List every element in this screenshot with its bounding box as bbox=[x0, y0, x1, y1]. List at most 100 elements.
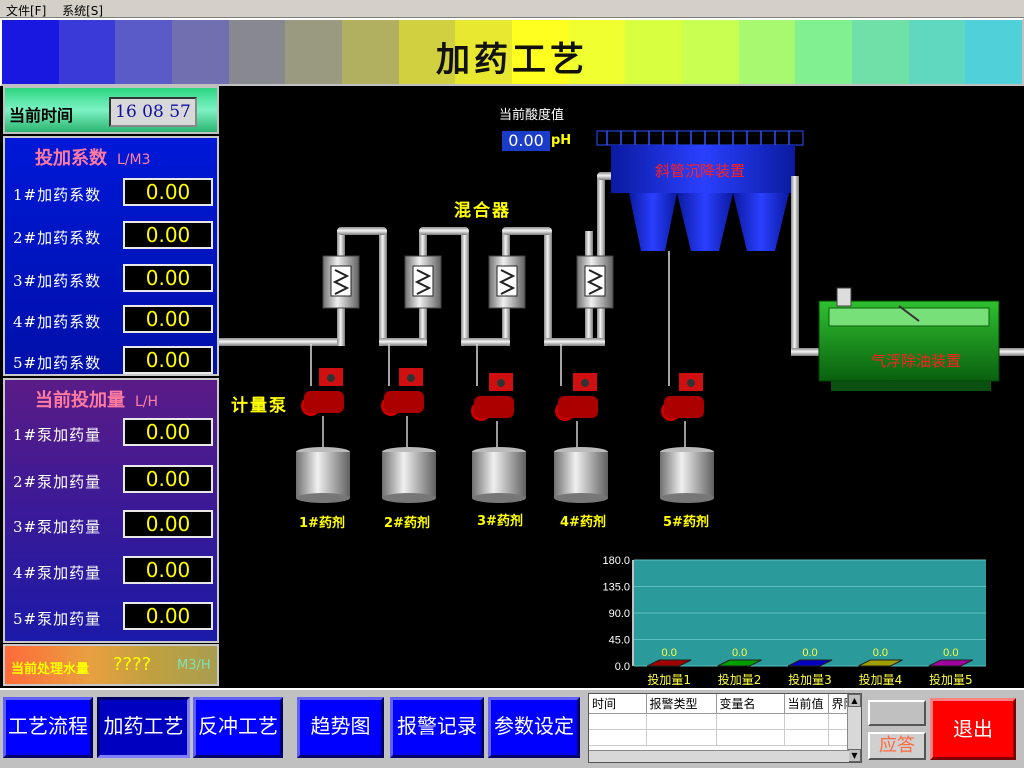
alarm-col-type[interactable]: 报警类型 bbox=[646, 694, 717, 714]
dose-title: 当前投加量 bbox=[35, 390, 125, 411]
title-banner: 加药工艺 bbox=[0, 18, 1024, 86]
left-panel: 当前时间 16 08 57 投加系数 L/M3 1#加药系数 0.00 2#加药系数… bbox=[3, 86, 219, 686]
dose-bar-chart: 180.0 135.0 90.0 45.0 0.0 0.0 投加量1 0.0 投加量2 0.0 投加… bbox=[590, 555, 1000, 688]
coef-row-2: 2#加药系数 0.00 bbox=[13, 221, 213, 251]
coef-label-2: 2#加药系数 bbox=[13, 229, 102, 247]
dose-label-2: 2#泵加药量 bbox=[13, 473, 102, 491]
nav-backwash-button[interactable]: 反冲工艺 bbox=[193, 697, 283, 758]
dose-row-2: 2#泵加药量 0.00 bbox=[13, 465, 213, 495]
treated-water-label: 当前处理水量 bbox=[11, 662, 90, 677]
alarm-col-value[interactable]: 当前值 bbox=[784, 694, 829, 714]
settler-outlet-pipe bbox=[791, 176, 799, 352]
treated-water-box: 当前处理水量 ???? M3/H bbox=[3, 644, 219, 686]
nav-alarm-log-button[interactable]: 报警记录 bbox=[390, 697, 484, 758]
tank-label-1: 1#药剂 bbox=[299, 516, 345, 531]
pump-label: 计量泵 bbox=[231, 396, 288, 416]
nav-process-flow-button[interactable]: 工艺流程 bbox=[3, 697, 93, 758]
alarm-vscroll[interactable]: ▲ ▼ bbox=[847, 694, 861, 762]
chart-xlabel-2: 投加量2 bbox=[718, 672, 762, 687]
chemical-tank-2 bbox=[382, 447, 436, 503]
dose-value-2: 0.00 bbox=[123, 465, 213, 493]
metering-pump-1[interactable] bbox=[301, 368, 344, 416]
nav-trend-button[interactable]: 趋势图 bbox=[297, 697, 384, 758]
dose-row-3: 3#泵加药量 0.00 bbox=[13, 510, 213, 540]
static-mixer-3 bbox=[488, 255, 526, 309]
ph-value: 0.00 bbox=[502, 131, 550, 151]
alarm-col-tag[interactable]: 变量名 bbox=[716, 694, 785, 714]
chemical-tank-3 bbox=[472, 447, 526, 503]
flotation-oil-removal-unit bbox=[818, 287, 1000, 391]
alarm-table: 时间 报警类型 变量名 当前值 界限 bbox=[589, 694, 860, 746]
dose-unit: L/H bbox=[135, 394, 159, 410]
scroll-up-icon[interactable]: ▲ bbox=[848, 694, 861, 707]
static-mixer-1 bbox=[322, 255, 360, 309]
coef-row-5: 5#加药系数 0.00 bbox=[13, 346, 213, 376]
settler-label: 斜管沉降装置 bbox=[655, 162, 746, 180]
chart-ytick-3: 45.0 bbox=[609, 635, 630, 647]
ack-indicator bbox=[868, 700, 926, 726]
inlet-pipe bbox=[219, 338, 341, 346]
chart-y-axis bbox=[632, 560, 634, 666]
alarm-hscroll[interactable] bbox=[589, 750, 849, 762]
nav-dosing-process-button[interactable]: 加药工艺 bbox=[97, 697, 190, 758]
dose-value-1: 0.00 bbox=[123, 418, 213, 446]
chart-ytick-4: 0.0 bbox=[615, 661, 630, 673]
ph-unit: pH bbox=[551, 133, 572, 148]
scroll-down-icon[interactable]: ▼ bbox=[848, 749, 861, 762]
coef-value-1[interactable]: 0.00 bbox=[123, 178, 213, 206]
chemical-tank-4 bbox=[554, 447, 608, 503]
tank-label-2: 2#药剂 bbox=[384, 516, 430, 531]
menu-bar: 文件[F] 系统[S] bbox=[0, 0, 1024, 18]
chart-bar-value-1: 0.0 bbox=[662, 647, 677, 659]
dose-value-5: 0.00 bbox=[123, 602, 213, 630]
coef-label-3: 3#加药系数 bbox=[13, 272, 102, 290]
chemical-tank-5 bbox=[660, 447, 714, 503]
coef-value-4[interactable]: 0.00 bbox=[123, 305, 213, 333]
coef-label-4: 4#加药系数 bbox=[13, 313, 102, 331]
current-dose-panel: 当前投加量 L/H 1#泵加药量 0.00 2#泵加药量 0.00 3#泵加药量 0.0… bbox=[3, 378, 219, 643]
alarm-col-time[interactable]: 时间 bbox=[589, 694, 647, 714]
tank-label-4: 4#药剂 bbox=[560, 515, 606, 530]
current-time-box: 当前时间 16 08 57 bbox=[3, 86, 219, 134]
chart-xlabel-4: 投加量4 bbox=[859, 672, 903, 687]
dose-value-4: 0.00 bbox=[123, 556, 213, 584]
coef-row-3: 3#加药系数 0.00 bbox=[13, 264, 213, 294]
coef-row-4: 4#加药系数 0.00 bbox=[13, 305, 213, 335]
coef-heading: 投加系数 L/M3 bbox=[35, 144, 151, 170]
exit-button[interactable]: 退出 bbox=[930, 698, 1016, 760]
dose-bar-chart-svg: 180.0 135.0 90.0 45.0 0.0 0.0 投加量1 0.0 投加量2 0.0 投加… bbox=[602, 555, 986, 687]
chart-ytick-1: 135.0 bbox=[602, 582, 630, 594]
dose-label-4: 4#泵加药量 bbox=[13, 564, 102, 582]
treated-water-value: ???? bbox=[113, 654, 152, 675]
dose-value-3: 0.00 bbox=[123, 510, 213, 538]
current-time-value: 16 08 57 bbox=[109, 97, 197, 127]
schematic-drawing bbox=[219, 130, 1024, 503]
dose-row-1: 1#泵加药量 0.00 bbox=[13, 418, 213, 448]
nav-parameter-button[interactable]: 参数设定 bbox=[488, 697, 580, 758]
dose-heading: 当前投加量 L/H bbox=[35, 386, 158, 412]
metering-pump-5[interactable] bbox=[661, 373, 704, 421]
chart-ytick-2: 90.0 bbox=[609, 608, 630, 620]
chart-bar-value-4: 0.0 bbox=[873, 647, 888, 659]
dose-label-1: 1#泵加药量 bbox=[13, 426, 102, 444]
chart-xlabel-1: 投加量1 bbox=[647, 672, 691, 687]
coef-title: 投加系数 bbox=[35, 148, 107, 169]
inclined-tube-settler bbox=[596, 130, 804, 251]
chart-bar-value-5: 0.0 bbox=[943, 647, 958, 659]
coef-row-1: 1#加药系数 0.00 bbox=[13, 178, 213, 208]
dose-label-3: 3#泵加药量 bbox=[13, 518, 102, 536]
dose-label-5: 5#泵加药量 bbox=[13, 610, 102, 628]
coef-label-1: 1#加药系数 bbox=[13, 186, 102, 204]
coef-value-2[interactable]: 0.00 bbox=[123, 221, 213, 249]
metering-pump-2[interactable] bbox=[381, 368, 424, 416]
alarm-list[interactable]: 时间 报警类型 变量名 当前值 界限 ▲ ▼ bbox=[588, 693, 862, 763]
chemical-tank-1 bbox=[296, 447, 350, 503]
static-mixer-4 bbox=[576, 255, 614, 309]
coef-value-5[interactable]: 0.00 bbox=[123, 346, 213, 374]
ack-button[interactable]: 应答 bbox=[868, 732, 926, 760]
coef-value-3[interactable]: 0.00 bbox=[123, 264, 213, 292]
coef-label-5: 5#加药系数 bbox=[13, 354, 102, 372]
coef-unit: L/M3 bbox=[117, 152, 151, 168]
tank-label-3: 3#药剂 bbox=[477, 514, 523, 529]
chart-bar-value-2: 0.0 bbox=[732, 647, 747, 659]
